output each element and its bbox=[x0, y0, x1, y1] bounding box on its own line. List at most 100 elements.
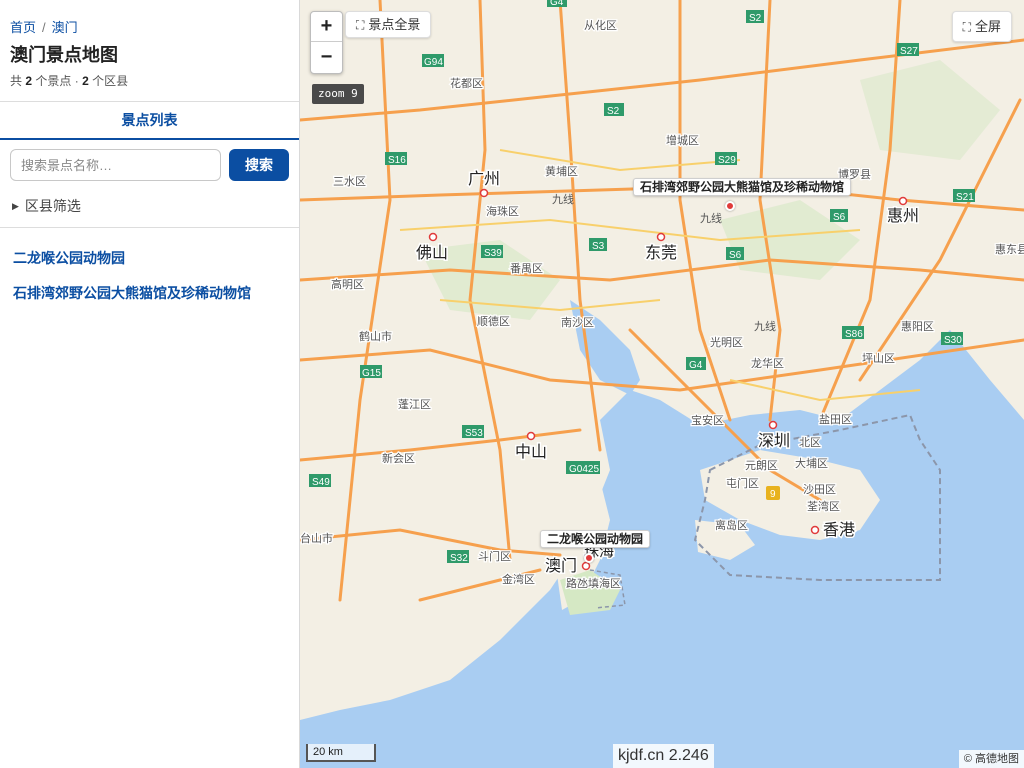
zoom-out-button[interactable]: − bbox=[311, 42, 342, 72]
expand-icon: ⛶ bbox=[356, 18, 365, 32]
district-label: 新会区 bbox=[382, 451, 415, 465]
road-shield-label: S53 bbox=[465, 428, 483, 439]
page-title: 澳门景点地图 bbox=[10, 45, 118, 65]
road-shield-label: S32 bbox=[450, 553, 468, 564]
divider bbox=[0, 227, 299, 228]
poi-list-item[interactable]: 石排湾郊野公园大熊猫馆及珍稀动物馆 bbox=[13, 284, 251, 319]
map-base-layer: G4 S2 S27 G94 S2 S16 S29 S3 S6 S6 S21 S3… bbox=[300, 0, 1024, 768]
district-label: 金湾区 bbox=[502, 572, 535, 586]
district-label: 惠东县 bbox=[995, 242, 1024, 256]
poi-marker[interactable] bbox=[584, 553, 594, 563]
city-label: 澳门 bbox=[545, 557, 577, 575]
zoom-in-button[interactable]: + bbox=[311, 12, 342, 42]
watermark: kjdf.cn 2.246 bbox=[613, 744, 714, 768]
road-shield-label: G0425 bbox=[569, 464, 599, 475]
district-label: 从化区 bbox=[584, 18, 617, 32]
poi-count: 2 bbox=[25, 74, 33, 88]
road-shield-label: S30 bbox=[944, 335, 962, 346]
city-label: 惠州 bbox=[887, 207, 919, 225]
district-label: 黄埔区 bbox=[545, 164, 578, 178]
tab-poi-list[interactable]: 景点列表 bbox=[0, 102, 299, 140]
district-label: 顺德区 bbox=[477, 314, 510, 328]
district-label: 鹤山市 bbox=[359, 329, 392, 343]
rail-label: 九线 bbox=[552, 192, 574, 206]
road-shield-label: 9 bbox=[770, 489, 776, 500]
district-label: 南沙区 bbox=[561, 316, 594, 329]
map-canvas[interactable]: G4 S2 S27 G94 S2 S16 S29 S3 S6 S6 S21 S3… bbox=[300, 0, 1024, 768]
district-label: 北区 bbox=[799, 436, 821, 449]
poi-marker[interactable] bbox=[725, 201, 735, 211]
city-label: 广州 bbox=[468, 170, 500, 188]
road-shield-label: S6 bbox=[729, 250, 742, 261]
road-shield-label: S6 bbox=[833, 212, 846, 223]
triangle-right-icon: ▶ bbox=[12, 201, 19, 211]
district-label: 台山市 bbox=[300, 531, 333, 545]
zoom-control: + − bbox=[310, 11, 343, 74]
breadcrumb: 首页 / 澳门 bbox=[10, 17, 78, 36]
poi-list: 二龙喉公园动物园 石排湾郊野公园大熊猫馆及珍稀动物馆 bbox=[13, 249, 251, 319]
breadcrumb-current-link[interactable]: 澳门 bbox=[52, 20, 78, 35]
city-label: 中山 bbox=[515, 443, 547, 461]
district-label: 海珠区 bbox=[486, 204, 519, 218]
district-label: 高明区 bbox=[331, 277, 364, 291]
district-label: 盐田区 bbox=[819, 413, 852, 426]
district-label: 花都区 bbox=[450, 77, 483, 90]
poi-unit: 个景点 · bbox=[35, 74, 79, 88]
city-label: 香港 bbox=[823, 521, 855, 539]
district-label: 大埔区 bbox=[795, 456, 828, 470]
fit-all-button[interactable]: ⛶ 景点全景 bbox=[345, 11, 432, 38]
poi-marker-label[interactable]: 二龙喉公园动物园 bbox=[540, 530, 651, 548]
zoom-level-badge: zoom 9 bbox=[312, 84, 364, 104]
city-label: 东莞 bbox=[645, 244, 677, 262]
stats-prefix: 共 bbox=[10, 74, 23, 88]
poi-marker-label[interactable]: 石排湾郊野公园大熊猫馆及珍稀动物馆 bbox=[633, 178, 852, 196]
district-label: 宝安区 bbox=[691, 413, 724, 427]
fullscreen-label: 全屏 bbox=[974, 19, 1001, 34]
road-shield-label: S49 bbox=[312, 477, 330, 488]
district-label: 番禺区 bbox=[510, 262, 543, 275]
road-shield-label: S29 bbox=[718, 155, 736, 166]
poi-list-item[interactable]: 二龙喉公园动物园 bbox=[13, 249, 251, 284]
district-label: 荃湾区 bbox=[807, 499, 840, 513]
road-shield-label: S2 bbox=[607, 106, 620, 117]
district-label: 沙田区 bbox=[803, 483, 836, 496]
district-label: 离岛区 bbox=[715, 518, 748, 532]
district-label: 增城区 bbox=[666, 133, 699, 147]
app: 首页 / 澳门 澳门景点地图 共 2 个景点 · 2 个区县 景点列表 搜索 ▶ 区县… bbox=[0, 0, 1024, 768]
district-label: 斗门区 bbox=[478, 549, 511, 563]
road-shield-label: G94 bbox=[424, 57, 443, 68]
fullscreen-button[interactable]: ⛶ 全屏 bbox=[951, 11, 1012, 42]
road-shield-label: G4 bbox=[689, 360, 703, 371]
fit-all-label: 景点全景 bbox=[368, 17, 421, 32]
road-shield-label: S3 bbox=[592, 241, 605, 252]
scale-bar: 20 km bbox=[306, 744, 376, 762]
sidebar: 首页 / 澳门 澳门景点地图 共 2 个景点 · 2 个区县 景点列表 搜索 ▶ 区县… bbox=[0, 0, 300, 768]
map-attribution[interactable]: © 高德地图 bbox=[958, 750, 1024, 768]
district-count: 2 bbox=[82, 74, 89, 88]
rail-label: 九线 bbox=[700, 211, 722, 225]
search-input[interactable] bbox=[10, 149, 221, 181]
breadcrumb-home-link[interactable]: 首页 bbox=[10, 20, 36, 35]
stats-summary: 共 2 个景点 · 2 个区县 bbox=[10, 72, 128, 89]
breadcrumb-separator: / bbox=[42, 20, 46, 35]
district-label: 坪山区 bbox=[862, 352, 895, 365]
district-label: 屯门区 bbox=[726, 476, 759, 490]
district-filter-label: 区县筛选 bbox=[24, 198, 81, 214]
district-label: 三水区 bbox=[333, 175, 366, 188]
district-label: 元朗区 bbox=[745, 459, 778, 472]
city-label: 佛山 bbox=[416, 244, 448, 262]
city-label: 深圳 bbox=[758, 432, 790, 450]
district-label: 蓬江区 bbox=[398, 398, 431, 411]
search-button[interactable]: 搜索 bbox=[229, 149, 289, 181]
district-filter-toggle[interactable]: ▶ 区县筛选 bbox=[12, 196, 81, 216]
rail-label: 九线 bbox=[754, 319, 776, 333]
district-label: 光明区 bbox=[710, 335, 743, 349]
district-label: 惠阳区 bbox=[901, 319, 934, 333]
road-shield-label: G15 bbox=[362, 368, 381, 379]
expand-icon: ⛶ bbox=[962, 20, 971, 34]
road-shield-label: S21 bbox=[956, 192, 974, 203]
road-shield-label: S86 bbox=[845, 329, 863, 340]
road-shield-label: S27 bbox=[900, 46, 918, 57]
district-label: 龙华区 bbox=[751, 356, 784, 370]
road-shield-label: S39 bbox=[484, 248, 502, 259]
